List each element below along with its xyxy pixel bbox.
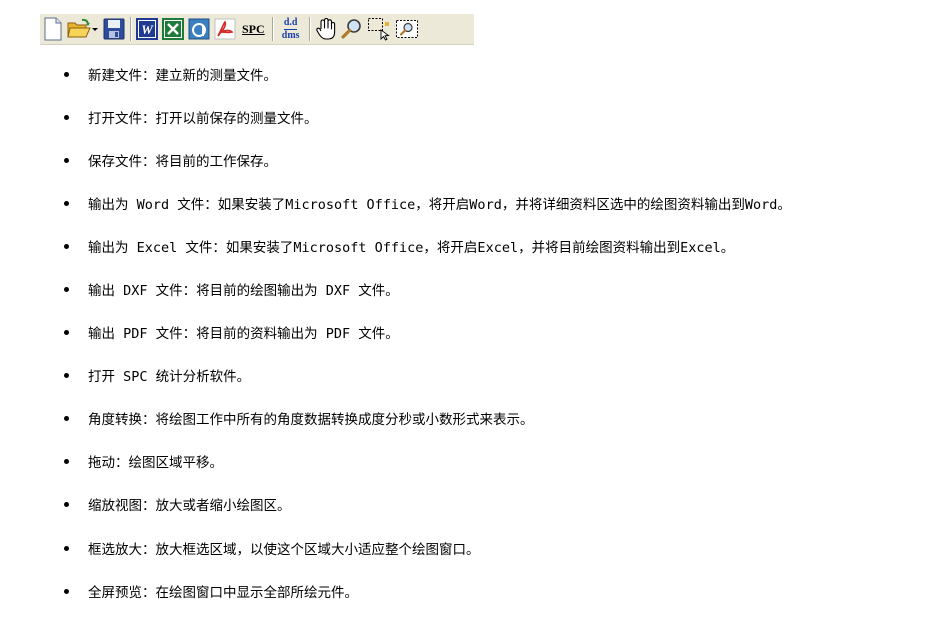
list-item-new-file: 新建文件：建立新的测量文件。 xyxy=(0,52,791,95)
list-item-zoom-view: 缩放视图：放大或者缩小绘图区。 xyxy=(0,483,791,526)
bullet xyxy=(64,416,69,422)
bullet xyxy=(64,243,69,249)
excel-icon xyxy=(162,18,184,40)
list-item-open-spc: 打开 SPC 统计分析软件。 xyxy=(0,354,791,397)
pan-button[interactable] xyxy=(315,16,337,42)
list-item-export-pdf: 输出 PDF 文件：将目前的资料输出为 PDF 文件。 xyxy=(0,311,791,354)
angle-convert-bottom: dms xyxy=(281,29,300,41)
list-item-export-word: 输出为 Word 文件：如果安装了Microsoft Office，将开启Wor… xyxy=(0,181,791,224)
list-item-text: 拖动：绘图区域平移。 xyxy=(88,455,223,472)
list-item-text: 输出为 Word 文件：如果安装了Microsoft Office，将开启Wor… xyxy=(88,196,791,213)
bullet xyxy=(64,588,69,594)
full-view-button[interactable] xyxy=(395,16,419,42)
save-icon xyxy=(103,18,125,40)
bullet xyxy=(64,330,69,336)
full-view-icon xyxy=(395,20,418,38)
toolbar: W SPC d.d dms xyxy=(40,14,474,45)
list-item-export-excel: 输出为 Excel 文件：如果安装了Microsoft Office，将开启Ex… xyxy=(0,224,791,267)
export-word-button[interactable]: W xyxy=(136,16,158,42)
list-item-box-zoom: 框选放大：放大框选区域，以使这个区域大小适应整个绘图窗口。 xyxy=(0,526,791,569)
zoom-button[interactable] xyxy=(341,16,363,42)
open-folder-icon xyxy=(67,18,91,38)
list-item-full-preview: 全屏预览：在绘图窗口中显示全部所绘元件。 xyxy=(0,569,791,612)
chevron-down-icon[interactable] xyxy=(91,25,99,33)
list-item-text: 输出 PDF 文件：将目前的资料输出为 PDF 文件。 xyxy=(88,326,399,343)
spc-button[interactable]: SPC xyxy=(240,16,267,42)
list-item-angle-convert: 角度转换：将绘图工作中所有的角度数据转换成度分秒或小数形式来表示。 xyxy=(0,397,791,440)
list-item-export-dxf: 输出 DXF 文件：将目前的绘图输出为 DXF 文件。 xyxy=(0,267,791,310)
list-item-text: 新建文件：建立新的测量文件。 xyxy=(88,67,277,84)
bullet xyxy=(64,200,69,206)
box-zoom-icon xyxy=(367,18,390,41)
bullet xyxy=(64,71,69,77)
save-button[interactable] xyxy=(103,16,125,42)
list-item-open-file: 打开文件：打开以前保存的测量文件。 xyxy=(0,95,791,138)
angle-convert-button[interactable]: d.d dms xyxy=(278,16,304,42)
angle-convert-top: d.d xyxy=(283,16,298,30)
export-dxf-button[interactable] xyxy=(188,16,210,42)
hand-pan-icon xyxy=(315,17,335,40)
list-item-text: 输出为 Excel 文件：如果安装了Microsoft Office，将开启Ex… xyxy=(88,239,735,256)
list-item-text: 框选放大：放大框选区域，以使这个区域大小适应整个绘图窗口。 xyxy=(88,541,480,558)
toolbar-description-list: 新建文件：建立新的测量文件。 打开文件：打开以前保存的测量文件。 保存文件：将目… xyxy=(0,52,791,612)
open-file-button[interactable] xyxy=(67,16,99,42)
toolbar-separator xyxy=(308,17,311,41)
list-item-text: 缩放视图：放大或者缩小绘图区。 xyxy=(88,498,291,515)
bullet xyxy=(64,114,69,120)
list-item-save-file: 保存文件：将目前的工作保存。 xyxy=(0,138,791,181)
list-item-text: 角度转换：将绘图工作中所有的角度数据转换成度分秒或小数形式来表示。 xyxy=(88,412,534,429)
bullet xyxy=(64,502,69,508)
dxf-icon xyxy=(188,18,210,40)
export-pdf-button[interactable] xyxy=(214,16,236,42)
bullet xyxy=(64,287,69,293)
bullet xyxy=(64,373,69,379)
list-item-text: 打开文件：打开以前保存的测量文件。 xyxy=(88,110,318,127)
toolbar-separator xyxy=(271,17,274,41)
svg-text:W: W xyxy=(141,22,154,37)
box-zoom-button[interactable] xyxy=(367,16,391,42)
bullet xyxy=(64,157,69,163)
list-item-pan: 拖动：绘图区域平移。 xyxy=(0,440,791,483)
list-item-text: 打开 SPC 统计分析软件。 xyxy=(88,369,251,386)
toolbar-separator xyxy=(130,17,132,41)
word-icon: W xyxy=(136,18,158,40)
spc-icon: SPC xyxy=(242,21,265,36)
zoom-icon xyxy=(341,19,361,39)
list-item-text: 保存文件：将目前的工作保存。 xyxy=(88,153,277,170)
list-item-text: 全屏预览：在绘图窗口中显示全部所绘元件。 xyxy=(88,584,358,601)
bullet xyxy=(64,545,69,551)
bullet xyxy=(64,459,69,465)
pdf-icon xyxy=(214,18,236,40)
new-file-button[interactable] xyxy=(43,16,63,42)
list-item-text: 输出 DXF 文件：将目前的绘图输出为 DXF 文件。 xyxy=(88,283,399,300)
new-file-icon xyxy=(44,17,62,41)
export-excel-button[interactable] xyxy=(162,16,184,42)
